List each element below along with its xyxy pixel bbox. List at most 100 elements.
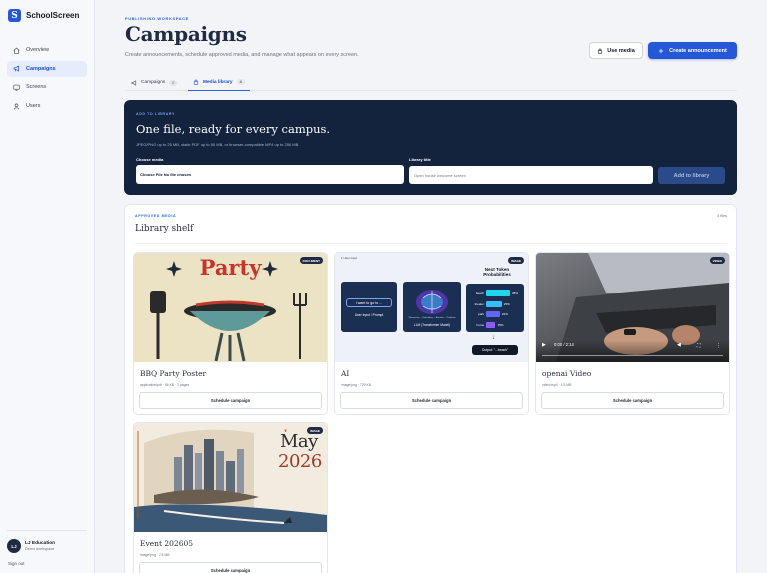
- media-meta: video/mp4 · 4.5 MB: [542, 383, 572, 387]
- use-media-button[interactable]: Use media: [589, 42, 643, 59]
- token-row: home 15%: [469, 321, 523, 329]
- video-progress-track[interactable]: [542, 354, 723, 356]
- media-type-badge: VIDEO: [709, 257, 725, 264]
- library-eyebrow: APPROVED MEDIA: [135, 214, 177, 218]
- page-subtitle: Create announcements, schedule approved …: [125, 52, 359, 58]
- schedule-campaign-button[interactable]: Schedule campaign: [139, 562, 322, 573]
- sidebar-item-users[interactable]: Users: [7, 98, 87, 114]
- upload-title: One file, ready for every campus.: [136, 122, 331, 136]
- token-row: theater 25%: [469, 300, 523, 308]
- token-word: beach: [475, 291, 484, 295]
- media-thumbnail[interactable]: ❦ May 2026 IMAGE: [134, 423, 327, 532]
- media-card: Party DOCUMENT BBQ Party Poster applicat…: [133, 252, 328, 415]
- lock-icon: [598, 48, 603, 54]
- sidebar-item-label: Campaigns: [26, 65, 56, 72]
- library-title-input[interactable]: [409, 166, 653, 184]
- media-card: ▶ 0:00 / 2:14 ◀ ⛶ ⋮ VIDEO openai Video v…: [535, 252, 730, 415]
- add-to-library-button[interactable]: Add to library: [658, 167, 725, 184]
- schedule-campaign-button[interactable]: Schedule campaign: [139, 392, 322, 409]
- diagram-output: Output: "...beach": [472, 345, 518, 355]
- poster-month: May: [280, 431, 318, 452]
- sidebar-item-screens[interactable]: Screens: [7, 79, 87, 95]
- schedule-campaign-button[interactable]: Schedule campaign: [340, 392, 523, 409]
- use-media-label: Use media: [607, 47, 635, 54]
- user-info: LJ Education Demo workspace: [25, 541, 55, 551]
- lock-icon: [193, 79, 199, 85]
- diagram-caption: 1 User input: [341, 256, 358, 260]
- sidebar-item-label: Overview: [26, 47, 49, 53]
- play-icon[interactable]: ▶: [542, 342, 546, 348]
- brand-logo: S: [8, 9, 21, 22]
- plus-icon: [659, 48, 664, 53]
- library-divider: [135, 243, 727, 244]
- model-label: LLM (Transformer Model): [413, 323, 450, 327]
- tab-media-library[interactable]: Media library 4: [188, 74, 250, 91]
- media-title: openai Video: [542, 369, 592, 378]
- prompt-panel: I want to go to ... User Input / Prompt: [341, 282, 397, 332]
- media-thumbnail[interactable]: Party DOCUMENT: [134, 253, 327, 362]
- token-word: theater: [474, 301, 484, 306]
- media-meta: application/pdf · 56 KB · 1 pages: [140, 383, 190, 387]
- brand[interactable]: S SchoolScreen: [8, 9, 79, 22]
- fullscreen-icon[interactable]: ⛶: [697, 343, 701, 349]
- volume-icon[interactable]: ◀: [677, 342, 681, 348]
- prompt-label: User Input / Prompt: [354, 313, 384, 317]
- sidebar-item-overview[interactable]: Overview: [7, 42, 87, 58]
- home-icon: [13, 47, 20, 54]
- token-bar: [486, 300, 502, 307]
- media-card: 1 User input I want to go to ... User In…: [334, 252, 529, 415]
- token-word: park: [478, 312, 484, 316]
- upload-subtitle: JPEG/PNG up to 25 MB, static PDF up to 5…: [136, 142, 300, 147]
- token-bar: [486, 321, 496, 328]
- sidebar-account: LJ LJ Education Demo workspace: [7, 530, 87, 553]
- media-title: BBQ Party Poster: [140, 369, 207, 378]
- brand-name: SchoolScreen: [26, 11, 80, 20]
- user-icon: [13, 103, 20, 110]
- user-workspace: Demo workspace: [25, 547, 55, 551]
- arrow-down-icon: ↓: [492, 335, 495, 341]
- page-title: Campaigns: [125, 22, 247, 46]
- file-input[interactable]: Choose File No file chosen: [136, 165, 404, 184]
- tab-campaigns[interactable]: Campaigns 0: [131, 74, 178, 91]
- sidebar-item-campaigns[interactable]: Campaigns: [7, 60, 87, 77]
- sidebar-nav: Overview Campaigns Screens Users: [7, 42, 87, 117]
- library-title: Library shelf: [135, 224, 194, 234]
- prompt-text: I want to go to ...: [346, 298, 392, 307]
- token-row: park 22%: [469, 311, 523, 318]
- poster-year: 2026: [278, 451, 322, 472]
- media-title: Event 202605: [140, 539, 194, 548]
- token-word: home: [476, 322, 484, 327]
- sidebar-item-label: Screens: [26, 84, 47, 91]
- library-count: 4 files: [717, 214, 727, 218]
- media-type-badge: IMAGE: [508, 257, 524, 264]
- media-thumbnail[interactable]: 1 User input I want to go to ... User In…: [335, 253, 528, 362]
- user-row[interactable]: LJ LJ Education Demo workspace: [7, 539, 87, 553]
- media-type-badge: IMAGE: [307, 427, 323, 434]
- media-meta: image/png · 729 KB: [341, 383, 371, 387]
- token-percentage: 22%: [501, 312, 508, 316]
- tab-count-badge: 4: [236, 79, 245, 85]
- media-meta: image/png · 2.5 MB: [140, 553, 170, 557]
- tab-label: Media library: [203, 79, 233, 85]
- choose-media-label: Choose media: [136, 157, 164, 162]
- token-percentage: 38%: [512, 291, 519, 295]
- avatar: LJ: [7, 539, 21, 553]
- schedule-campaign-button[interactable]: Schedule campaign: [541, 392, 724, 409]
- create-announcement-label: Create announcement: [669, 47, 727, 54]
- model-sub: Tokenization → Embedding → Attention → P…: [408, 317, 456, 319]
- sign-out-link[interactable]: Sign out: [8, 561, 25, 566]
- token-percentage: 15%: [497, 322, 504, 327]
- megaphone-icon: [131, 79, 137, 86]
- media-title: AI: [341, 369, 350, 378]
- token-row: beach 38%: [469, 290, 523, 297]
- tab-bar: Campaigns 0 Media library 4: [125, 74, 737, 91]
- tab-count-badge: 0: [169, 79, 178, 86]
- model-panel: Tokenization → Embedding → Attention → P…: [403, 282, 461, 332]
- diagram-heading: Next Token Probabilities: [483, 267, 511, 277]
- token-percentage: 25%: [503, 301, 510, 306]
- more-options-icon[interactable]: ⋮: [716, 343, 721, 349]
- create-announcement-button[interactable]: Create announcement: [648, 42, 737, 59]
- video-player[interactable]: ▶ 0:00 / 2:14 ◀ ⛶ ⋮ VIDEO: [536, 253, 729, 362]
- tab-label: Campaigns: [141, 80, 166, 85]
- token-bar: [486, 311, 500, 317]
